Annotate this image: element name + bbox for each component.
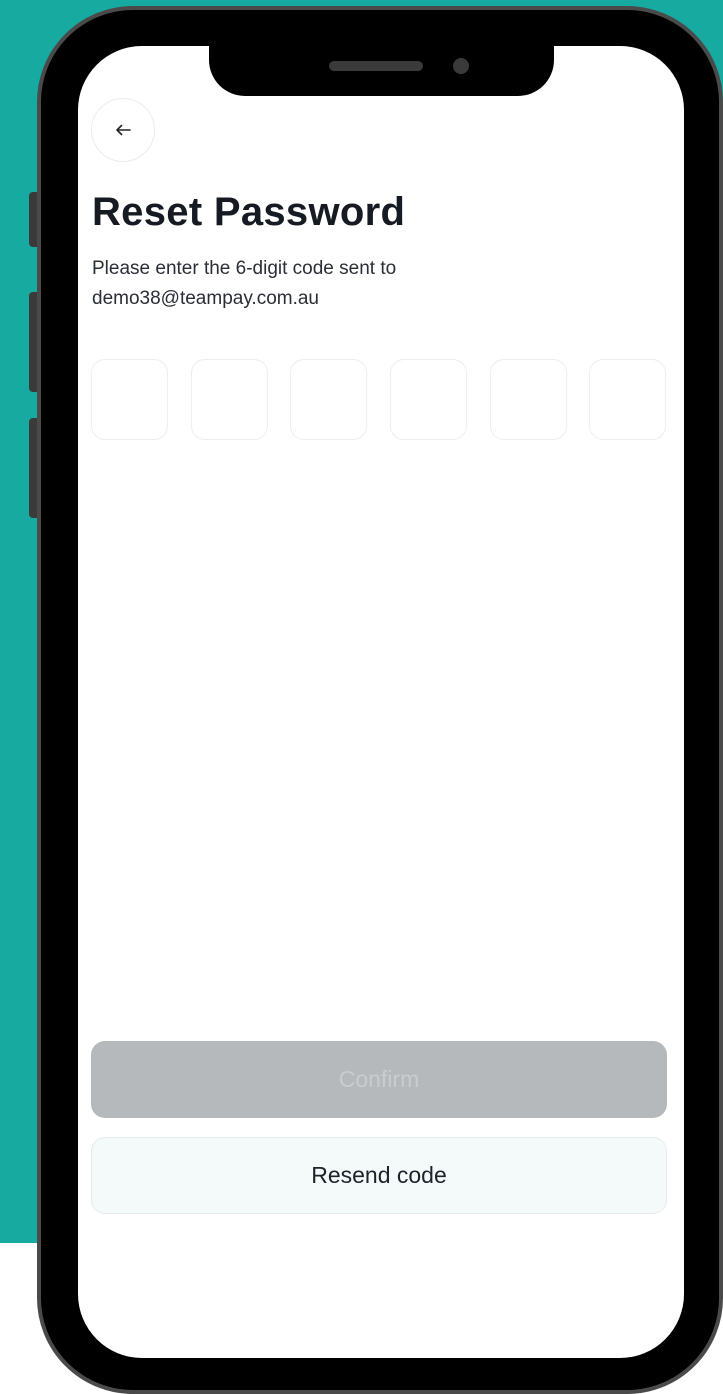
resend-code-button[interactable]: Resend code [91, 1137, 667, 1214]
resend-code-label: Resend code [311, 1162, 447, 1188]
instruction-text: Please enter the 6-digit code sent to de… [92, 254, 396, 314]
phone-screen: Reset Password Please enter the 6-digit … [78, 46, 684, 1358]
page-title: Reset Password [92, 190, 406, 234]
arrow-left-icon [116, 124, 131, 136]
code-digit-6[interactable] [589, 359, 666, 440]
front-camera [453, 58, 469, 74]
confirm-button[interactable]: Confirm [91, 1041, 667, 1118]
earpiece-speaker [329, 61, 423, 71]
code-digit-2[interactable] [191, 359, 268, 440]
code-digit-4[interactable] [390, 359, 467, 440]
code-digit-3[interactable] [290, 359, 367, 440]
back-button[interactable] [91, 98, 155, 162]
confirm-button-label: Confirm [338, 1066, 420, 1092]
code-digit-1[interactable] [91, 359, 168, 440]
instruction-line: Please enter the 6-digit code sent to [92, 258, 397, 279]
email-address: demo38@teampay.com.au [92, 288, 319, 309]
code-digit-5[interactable] [490, 359, 567, 440]
notch [209, 46, 554, 96]
